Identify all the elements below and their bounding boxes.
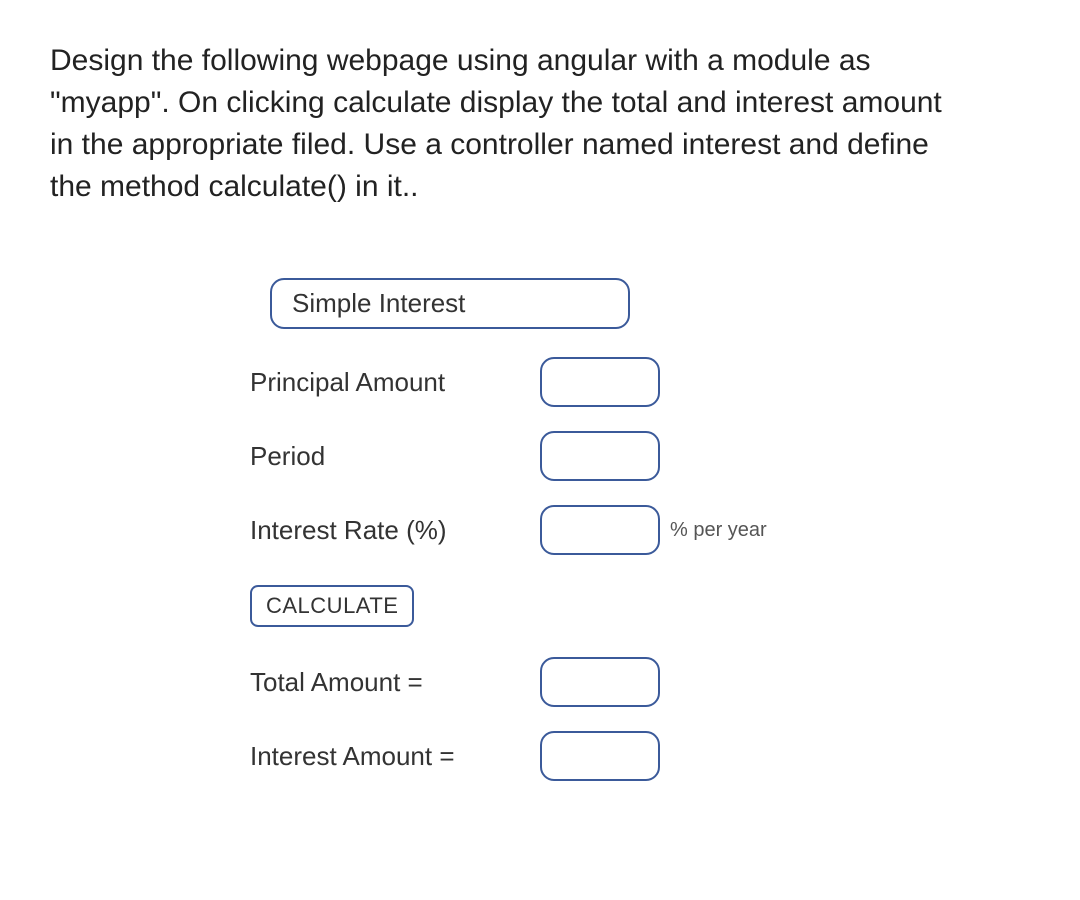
row-total: Total Amount = — [250, 657, 1030, 707]
form-title-box: Simple Interest — [270, 278, 630, 329]
total-output[interactable] — [540, 657, 660, 707]
row-rate: Interest Rate (%) % per year — [250, 505, 1030, 555]
rate-input[interactable] — [540, 505, 660, 555]
row-principal: Principal Amount — [250, 357, 1030, 407]
interest-form: Simple Interest Principal Amount Period … — [50, 278, 1030, 781]
interest-amount-label: Interest Amount = — [250, 741, 540, 772]
principal-input[interactable] — [540, 357, 660, 407]
calculate-button[interactable]: CALCULATE — [250, 585, 414, 627]
rate-label: Interest Rate (%) — [250, 515, 540, 546]
rate-suffix: % per year — [670, 519, 767, 542]
interest-output[interactable] — [540, 731, 660, 781]
total-label: Total Amount = — [250, 667, 540, 698]
row-interest-amount: Interest Amount = — [250, 731, 1030, 781]
period-label: Period — [250, 441, 540, 472]
instruction-text: Design the following webpage using angul… — [50, 40, 950, 208]
row-period: Period — [250, 431, 1030, 481]
principal-label: Principal Amount — [250, 367, 540, 398]
period-input[interactable] — [540, 431, 660, 481]
